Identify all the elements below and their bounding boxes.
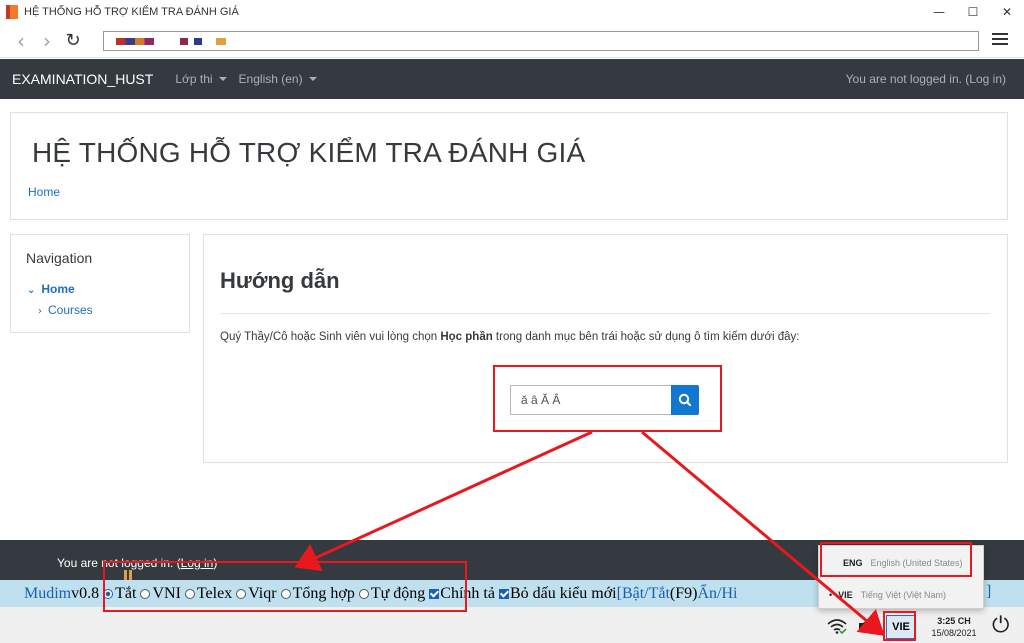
content-title: Hướng dẫn <box>220 268 340 293</box>
spellcheck-checkbox[interactable] <box>429 588 440 599</box>
footer-marker <box>129 570 132 580</box>
navigation-block: Navigation ⌄ Home › Courses <box>10 234 190 333</box>
class-menu-label: Lớp thi <box>175 72 213 86</box>
browser-menu-icon[interactable] <box>990 30 1010 50</box>
search-button[interactable] <box>671 385 699 415</box>
instruction-bold: Học phần <box>440 331 493 343</box>
clock-date: 15/08/2021 <box>931 628 977 638</box>
footer-login-suffix: ) <box>213 556 218 570</box>
maximize-button[interactable]: ☐ <box>956 0 990 24</box>
selected-dot-icon: • <box>829 590 833 600</box>
reload-button[interactable]: ↻ <box>60 28 86 54</box>
hide-link[interactable]: Ẩn/Hi <box>697 585 737 603</box>
wifi-icon[interactable] <box>826 617 848 639</box>
search-icon <box>678 393 692 407</box>
radio-vni[interactable] <box>140 588 151 599</box>
system-taskbar: VIE 3:25 CH 15/08/2021 ⏻ <box>0 607 1024 643</box>
clock-time: 3:25 CH <box>937 616 971 626</box>
site-brand[interactable]: EXAMINATION_HUST <box>12 71 153 87</box>
toggle-link[interactable]: Bật/Tắt <box>622 585 670 603</box>
minimize-button[interactable]: — <box>922 0 956 24</box>
nav-item-home[interactable]: ⌄ Home <box>27 282 75 296</box>
breadcrumb-home[interactable]: Home <box>28 185 60 199</box>
vie-code: VIE <box>838 590 853 600</box>
back-button[interactable]: ‹ <box>8 28 34 54</box>
radio-auto-label: Tự động <box>370 584 426 602</box>
nav-courses-label: Courses <box>48 303 93 317</box>
navigation-title: Navigation <box>26 250 93 266</box>
redacted-url-part <box>194 38 202 45</box>
language-option-vietnamese[interactable]: • VIE Tiếng Việt (Việt Nam) <box>819 581 985 609</box>
page-header: HỆ THỐNG HỖ TRỢ KIỂM TRA ĐÁNH GIÁ Home <box>10 112 1008 220</box>
navbar-login-status[interactable]: You are not logged in. (Log in) <box>846 72 1006 86</box>
language-menu-label: English (en) <box>238 72 303 86</box>
radio-telex[interactable] <box>184 588 195 599</box>
main-content: Hướng dẫn Quý Thầy/Cô hoặc Sinh viên vui… <box>203 234 1008 463</box>
window-title: HỆ THỐNG HỖ TRỢ KIỂM TRA ĐÁNH GIÁ <box>24 6 239 18</box>
vie-name: Tiếng Việt (Việt Nam) <box>860 590 947 600</box>
redacted-url-part <box>116 38 154 45</box>
window-titlebar: HỆ THỐNG HỖ TRỢ KIỂM TRA ĐÁNH GIÁ — ☐ ✕ <box>0 0 1024 24</box>
nav-home-label: Home <box>41 282 75 296</box>
radio-combo-label: Tổng hợp <box>292 584 355 602</box>
caret-down-icon <box>308 77 317 81</box>
mudim-version: v0.8 <box>71 584 100 602</box>
new-style-label: Bỏ dấu kiểu mới <box>509 584 617 602</box>
spellcheck-label: Chính tả <box>440 584 495 602</box>
power-icon[interactable]: ⏻ <box>992 613 1009 638</box>
eng-code: ENG <box>843 558 863 568</box>
toggle-key: (F9) <box>669 584 698 602</box>
instruction-suffix: trong danh mục bên trái hoặc sử dụng ô t… <box>492 331 800 343</box>
browser-toolbar: ‹ › ↻ <box>0 24 1024 58</box>
radio-viqr-label: Viqr <box>248 584 277 602</box>
language-option-english[interactable]: ENG English (United States) <box>819 549 985 577</box>
radio-off[interactable] <box>103 588 114 599</box>
system-clock[interactable]: 3:25 CH 15/08/2021 <box>926 615 982 639</box>
eng-name: English (United States) <box>870 558 963 568</box>
instruction-text: Quý Thầy/Cô hoặc Sinh viên vui lòng chọn… <box>220 331 800 343</box>
footer-marker <box>124 570 127 580</box>
close-button[interactable]: ✕ <box>990 0 1024 24</box>
nav-item-courses[interactable]: › Courses <box>38 303 93 317</box>
instruction-prefix: Quý Thầy/Cô hoặc Sinh viên vui lòng chọn <box>220 331 441 343</box>
volume-icon[interactable] <box>857 617 879 639</box>
bracket-close: ] <box>986 583 992 600</box>
address-bar[interactable] <box>103 31 979 51</box>
footer-login-link[interactable]: Log in <box>181 556 214 570</box>
input-language-button[interactable]: VIE <box>886 615 916 639</box>
forward-button[interactable]: › <box>34 28 60 54</box>
chevron-down-icon: ⌄ <box>27 285 36 296</box>
mudim-name[interactable]: Mudim <box>24 585 71 603</box>
redacted-url-part <box>180 38 188 45</box>
page-title: HỆ THỐNG HỖ TRỢ KIỂM TRA ĐÁNH GIÁ <box>32 137 586 168</box>
search-input[interactable]: ă â Ă Â <box>510 385 672 415</box>
class-menu[interactable]: Lớp thi <box>175 72 227 86</box>
language-popup: ENG English (United States) • VIE Tiếng Việ… <box>818 545 984 609</box>
caret-down-icon <box>218 77 227 81</box>
language-menu[interactable]: English (en) <box>239 72 317 86</box>
app-icon <box>6 5 18 19</box>
redacted-url-part <box>216 38 226 45</box>
site-navbar: EXAMINATION_HUST Lớp thi English (en) Yo… <box>0 59 1024 99</box>
chevron-right-icon: › <box>38 306 42 317</box>
radio-off-label: Tắt <box>115 584 137 602</box>
radio-auto[interactable] <box>358 588 369 599</box>
new-style-checkbox[interactable] <box>498 588 509 599</box>
radio-viqr[interactable] <box>236 588 247 599</box>
window-controls: — ☐ ✕ <box>922 0 1024 24</box>
radio-telex-label: Telex <box>196 584 233 602</box>
radio-combo[interactable] <box>280 588 291 599</box>
divider <box>220 313 990 314</box>
radio-vni-label: VNI <box>152 584 181 602</box>
footer-login-prefix: You are not logged in. ( <box>57 556 181 570</box>
footer-login-status: You are not logged in. (Log in) <box>57 556 217 570</box>
